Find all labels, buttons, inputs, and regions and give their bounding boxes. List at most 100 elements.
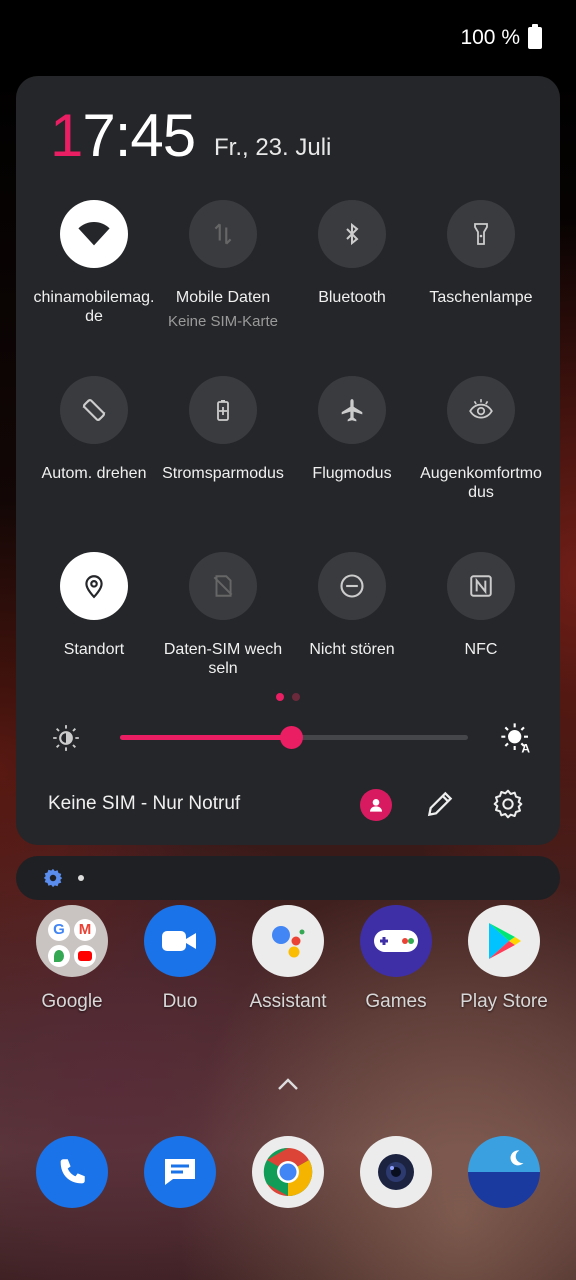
app-label: Play Store [460,991,548,1012]
google-folder-icon: G M [36,905,108,977]
tile-label: Bluetooth [318,289,386,306]
battery-saver-toggle[interactable] [189,376,257,444]
tile-label: Augenkomfortmodus [420,465,542,501]
dock-chrome[interactable] [238,1136,338,1208]
tile-label: Autom. drehen [41,465,147,482]
tile-label: Daten-SIM wechseln [163,641,283,677]
chevron-up-icon[interactable] [276,1076,300,1092]
tile-wifi[interactable]: chinamobilemag.de [29,200,159,326]
nfc-icon [470,575,492,597]
user-button[interactable] [360,789,392,821]
notification-bar[interactable] [16,856,560,900]
tile-flashlight[interactable]: Taschenlampe [416,200,546,307]
app-label: Google [41,991,103,1012]
duo-icon [144,905,216,977]
wifi-toggle[interactable] [60,200,128,268]
app-assistant[interactable]: Assistant [238,905,338,1013]
sim-switch-toggle[interactable] [189,552,257,620]
games-icon [360,905,432,977]
dock-phone[interactable] [22,1136,122,1208]
battery-icon [528,24,542,49]
tile-bluetooth[interactable]: Bluetooth [287,200,417,307]
app-label: Duo [162,991,198,1012]
date: Fr., 23. Juli [214,134,332,161]
location-toggle[interactable] [60,552,128,620]
assistant-icon [252,905,324,977]
page-dot-active [276,693,284,701]
sim-switch-icon [213,575,233,597]
clock-time: 7:45 [82,102,196,169]
brightness-slider-thumb[interactable] [279,726,303,749]
settings-gear-icon[interactable] [492,788,524,820]
notification-dot [78,875,84,881]
tile-do-not-disturb[interactable]: Nicht stören [287,552,417,659]
tile-eye-comfort[interactable]: Augenkomfortmodus [416,376,546,502]
dock-messages[interactable] [130,1136,230,1208]
app-label: Assistant [249,991,327,1012]
flashlight-toggle[interactable] [447,200,515,268]
page-indicator [276,688,308,706]
do-not-disturb-toggle[interactable] [318,552,386,620]
auto-rotate-toggle[interactable] [60,376,128,444]
clock[interactable]: 17:45 [50,106,196,166]
brightness-auto-icon[interactable]: A [500,722,532,754]
airplane-icon [341,399,363,422]
tile-label: Taschenlampe [429,289,533,306]
play-store-icon [468,905,540,977]
app-games[interactable]: Games [346,905,446,1013]
chrome-icon [252,1136,324,1208]
dock-weather[interactable] [454,1136,554,1208]
tile-battery-saver[interactable]: Stromsparmodus [158,376,288,483]
eye-comfort-icon [469,399,493,419]
brightness-low-icon [53,725,79,751]
eye-comfort-toggle[interactable] [447,376,515,444]
app-play-store[interactable]: Play Store [454,905,554,1013]
tile-nfc[interactable]: NFC [416,552,546,659]
quick-settings-panel: 17:45 Fr., 23. Juli chinamobilemag.de Mo… [16,76,560,845]
nfc-toggle[interactable] [447,552,515,620]
page-dot [292,693,300,701]
auto-rotate-icon [82,398,106,422]
tile-label: chinamobilemag.de [33,289,155,325]
settings-gear-icon [43,868,63,888]
mobile-data-toggle[interactable] [189,200,257,268]
phone-icon [36,1136,108,1208]
bluetooth-toggle[interactable] [318,200,386,268]
tile-label: Stromsparmodus [162,465,284,482]
app-duo[interactable]: Duo [130,905,230,1013]
clock-hour-digit: 1 [50,102,83,169]
tile-label: Nicht stören [309,641,395,658]
camera-icon [360,1136,432,1208]
weather-icon [468,1136,540,1208]
user-icon [370,799,382,812]
app-google[interactable]: G M Google [22,905,122,1013]
tile-airplane[interactable]: Flugmodus [287,376,417,483]
tile-label: Standort [63,641,125,658]
network-status-text: Keine SIM - Nur Notruf [48,793,241,814]
brightness-slider[interactable] [120,726,468,749]
edit-icon[interactable] [424,788,456,820]
battery-saver-icon [217,400,229,421]
bluetooth-icon [346,222,359,246]
flashlight-icon [474,223,488,245]
tile-sim-switch[interactable]: Daten-SIM wechseln [158,552,288,678]
tile-sublabel: Keine SIM-Karte [167,313,279,330]
do-not-disturb-icon [340,574,364,598]
tile-label: NFC [464,641,498,658]
wifi-icon [78,221,110,246]
dock-camera[interactable] [346,1136,446,1208]
brightness-slider-fill [120,735,291,740]
app-label: Games [365,991,427,1012]
tile-location[interactable]: Standort [29,552,159,659]
location-icon [85,575,103,599]
svg-text:A: A [521,742,530,754]
tile-auto-rotate[interactable]: Autom. drehen [29,376,159,483]
mobile-data-icon [214,223,232,245]
status-bar: 100 % [0,0,576,76]
tile-label: Mobile Daten [175,289,271,306]
airplane-toggle[interactable] [318,376,386,444]
tile-label: Flugmodus [312,465,392,482]
tile-mobile-data[interactable]: Mobile Daten Keine SIM-Karte [158,200,288,330]
messages-icon [144,1136,216,1208]
battery-percent: 100 % [460,26,520,49]
